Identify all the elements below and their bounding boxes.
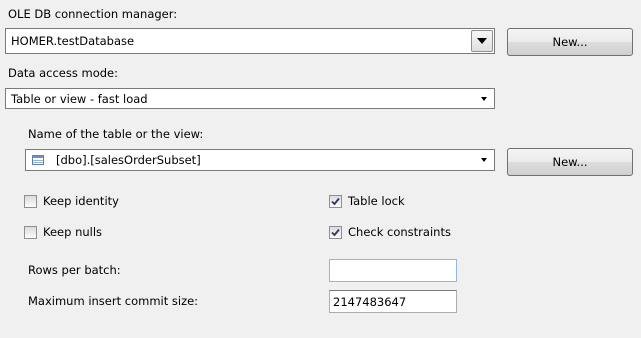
table-value: [dbo].[salesOrderSubset] [56,153,201,167]
connection-label: OLE DB connection manager: [8,7,178,21]
table-icon [32,155,44,165]
table-lock-label: Table lock [348,194,405,208]
check-icon [331,197,340,206]
table-lock-checkbox[interactable] [329,195,342,208]
max-commit-label: Maximum insert commit size: [28,294,199,308]
keep-identity-label: Keep identity [43,194,119,208]
check-constraints-checkbox[interactable] [329,226,342,239]
rows-per-batch-input[interactable] [329,259,457,282]
new-connection-button[interactable]: New... [507,28,633,56]
max-commit-input[interactable]: 2147483647 [329,290,457,313]
connection-dropdown-button[interactable] [471,30,493,52]
chevron-down-icon [477,38,487,44]
table-name-label: Name of the table or the view: [28,127,204,141]
keep-nulls-label: Keep nulls [43,225,103,239]
rows-per-batch-label: Rows per batch: [28,263,121,277]
connection-value: HOMER.testDatabase [11,34,135,48]
access-mode-select[interactable]: Table or view - fast load [5,88,495,109]
access-mode-label: Data access mode: [8,66,119,80]
access-mode-value: Table or view - fast load [11,91,148,106]
connection-combo[interactable]: HOMER.testDatabase [5,28,495,54]
keep-nulls-checkbox[interactable] [24,226,37,239]
new-table-button[interactable]: New... [507,148,633,176]
chevron-down-icon [481,158,487,162]
check-icon [331,228,340,237]
keep-identity-checkbox[interactable] [24,195,37,208]
table-select[interactable]: [dbo].[salesOrderSubset] [25,149,495,171]
chevron-down-icon [481,96,487,101]
check-constraints-label: Check constraints [348,225,451,239]
